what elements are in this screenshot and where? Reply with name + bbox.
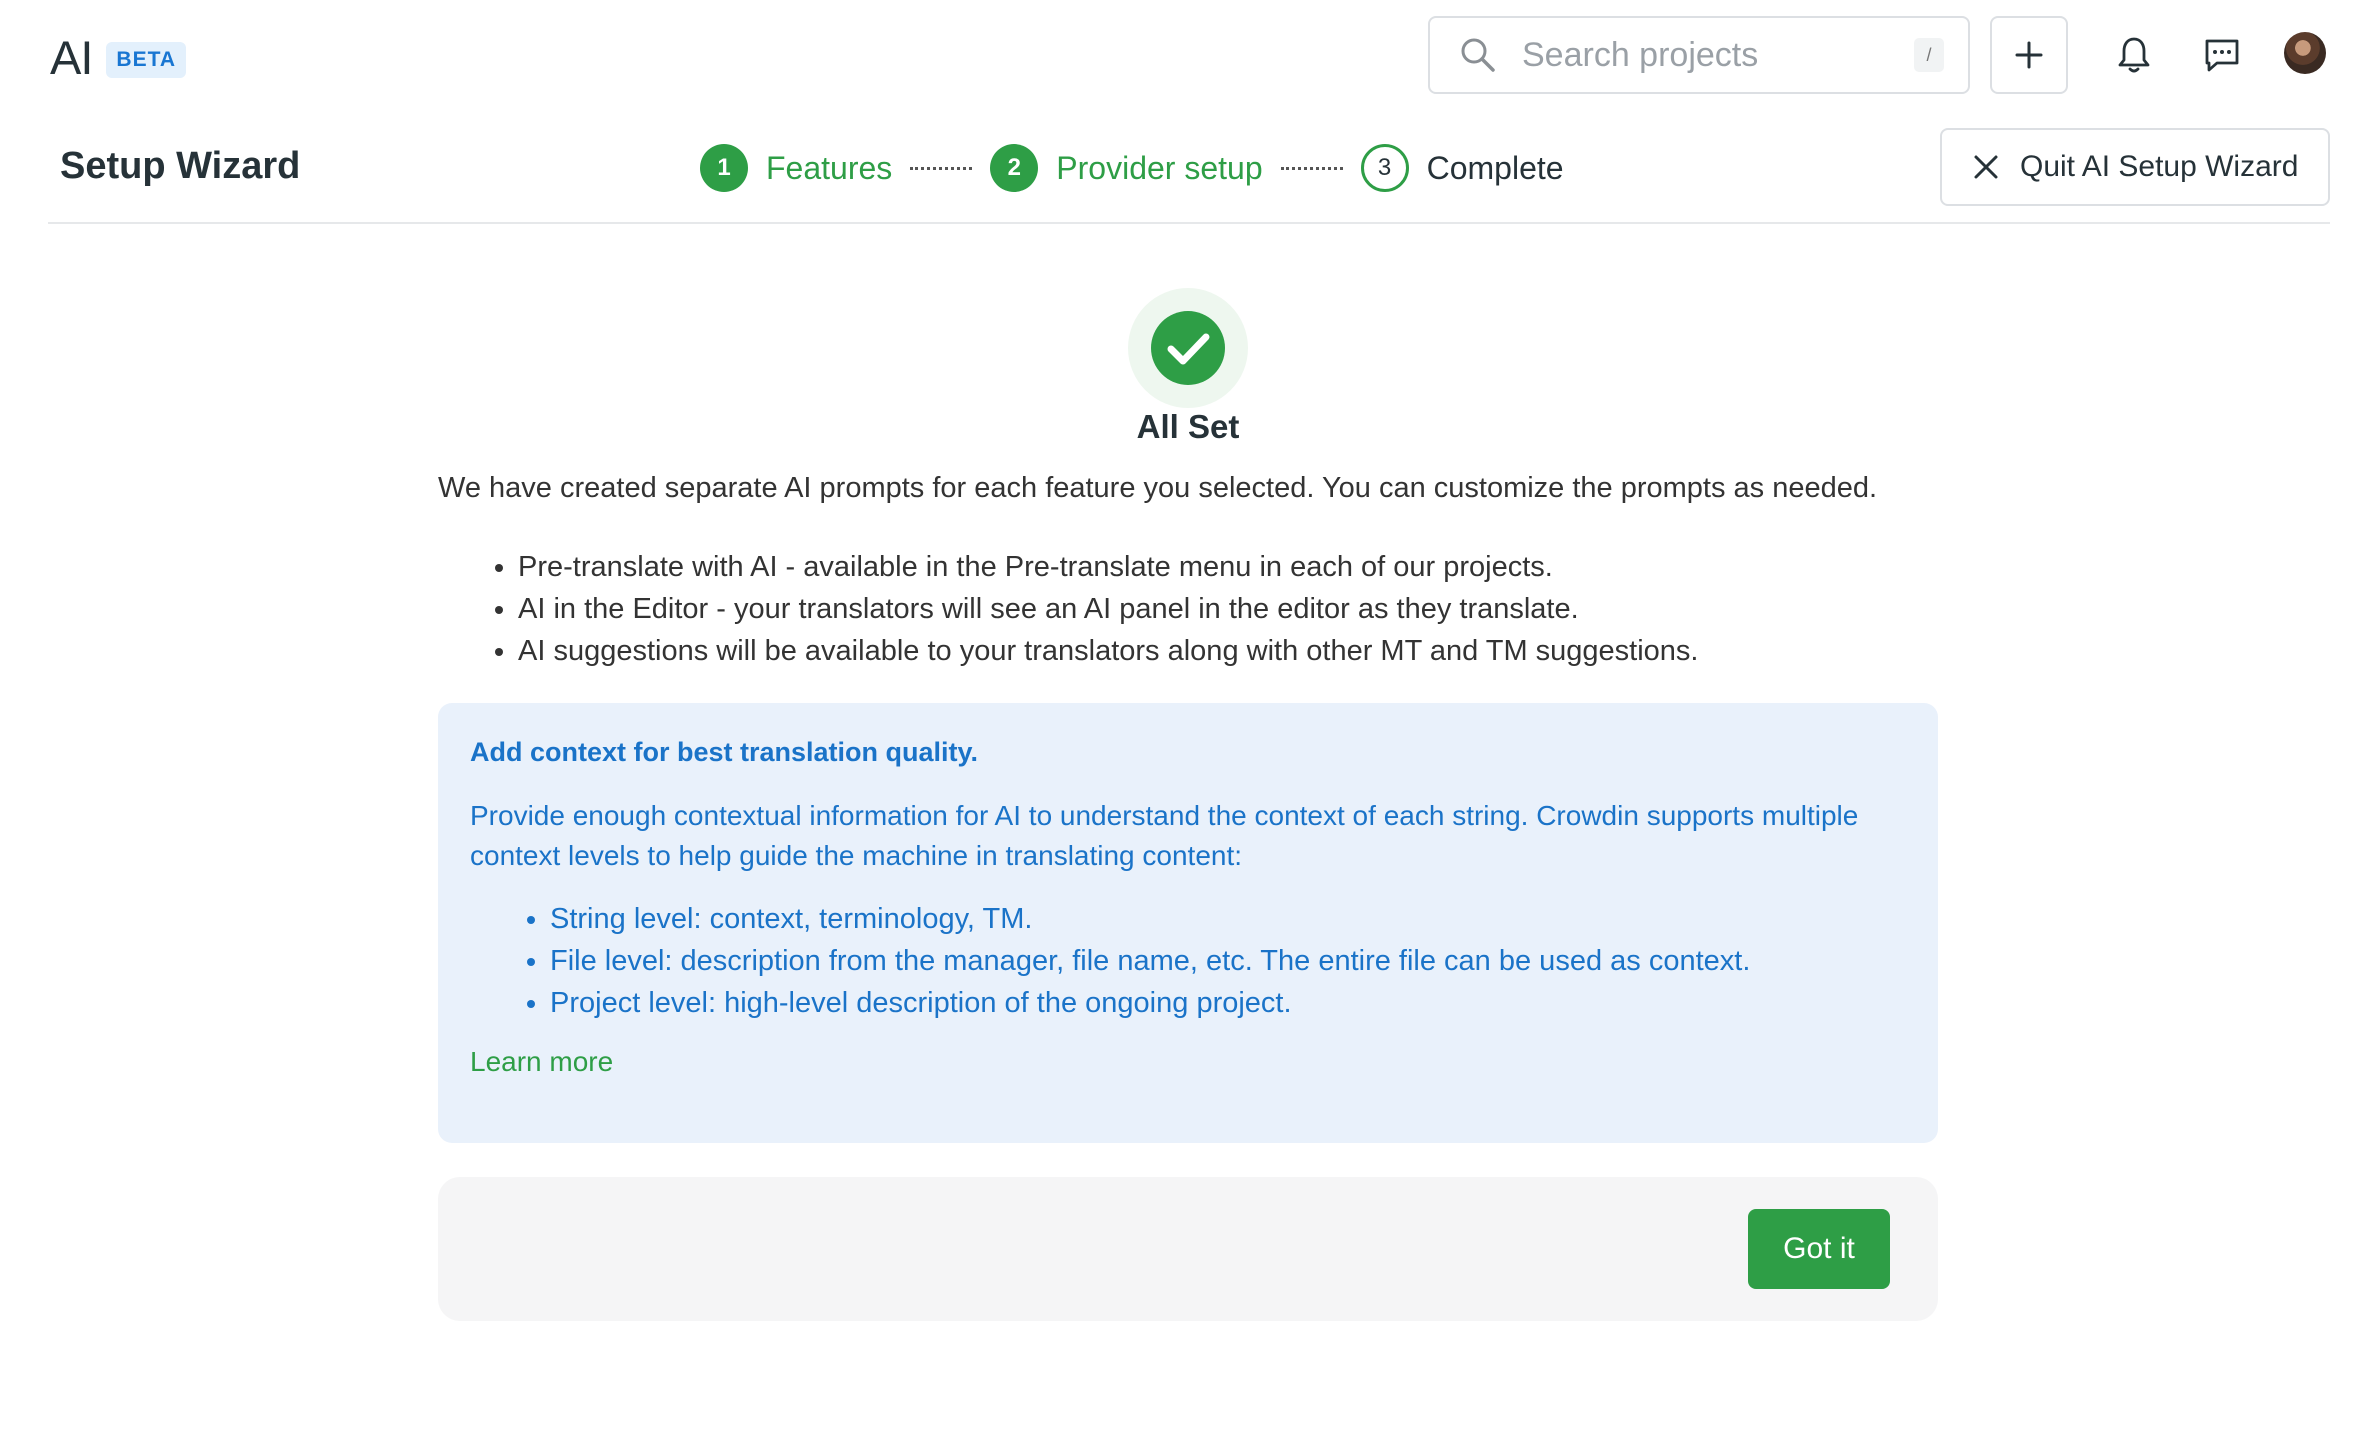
avatar[interactable] [2284,32,2326,74]
info-description: Provide enough contextual information fo… [470,800,1859,871]
quit-wizard-button[interactable]: Quit AI Setup Wizard [1940,128,2330,206]
list-item: String level: context, terminology, TM. [550,898,1906,940]
info-title: Add context for best translation quality… [470,737,979,767]
bell-icon [2118,37,2150,73]
step-complete: 3 Complete [1360,144,1564,192]
got-it-button[interactable]: Got it [1748,1209,1890,1289]
learn-more-link[interactable]: Learn more [470,1046,613,1078]
chat-icon [2205,39,2239,72]
app-logo[interactable]: AI BETA [50,30,187,85]
list-item: Pre-translate with AI - available in the… [518,546,1699,588]
plus-icon [2015,41,2043,69]
step-connector [910,166,973,170]
step-label: Features [766,149,893,186]
beta-badge: BETA [106,41,187,78]
list-item: AI suggestions will be available to your… [518,630,1699,672]
footer-actions: Got it [438,1177,1938,1321]
logo-text: AI [50,31,93,84]
add-button[interactable] [1990,16,2068,94]
step-features[interactable]: 1 Features [700,144,892,192]
context-info-panel: Add context for best translation quality… [438,703,1938,1143]
page-title: Setup Wizard [60,145,301,187]
step-label: Provider setup [1056,149,1263,186]
intro-text: We have created separate AI prompts for … [438,472,1878,504]
list-item: AI in the Editor - your translators will… [518,588,1699,630]
step-connector [1280,166,1343,170]
list-item: Project level: high-level description of… [550,982,1906,1024]
search-icon [1461,38,1495,72]
step-label: Complete [1426,149,1564,186]
step-number: 2 [990,144,1039,192]
close-icon [1974,155,1998,179]
quit-wizard-label: Quit AI Setup Wizard [2020,150,2299,183]
feature-list: Pre-translate with AI - available in the… [480,546,1699,672]
step-number: 1 [700,144,748,192]
search-box[interactable]: / [1428,16,1970,94]
notifications-button[interactable] [2112,30,2156,80]
messages-button[interactable] [2200,30,2244,80]
context-levels-list: String level: context, terminology, TM. … [512,898,1906,1024]
search-input[interactable] [1520,34,1884,76]
success-heading: All Set [1136,408,1240,445]
step-provider-setup[interactable]: 2 Provider setup [990,144,1263,192]
check-circle-icon [1151,311,1225,385]
list-item: File level: description from the manager… [550,940,1906,982]
step-number: 3 [1360,144,1409,192]
wizard-stepper: 1 Features 2 Provider setup 3 Complete [700,140,1564,196]
success-badge [1128,288,1248,408]
header-divider [48,222,2330,224]
search-shortcut-hint: / [1914,38,1944,72]
